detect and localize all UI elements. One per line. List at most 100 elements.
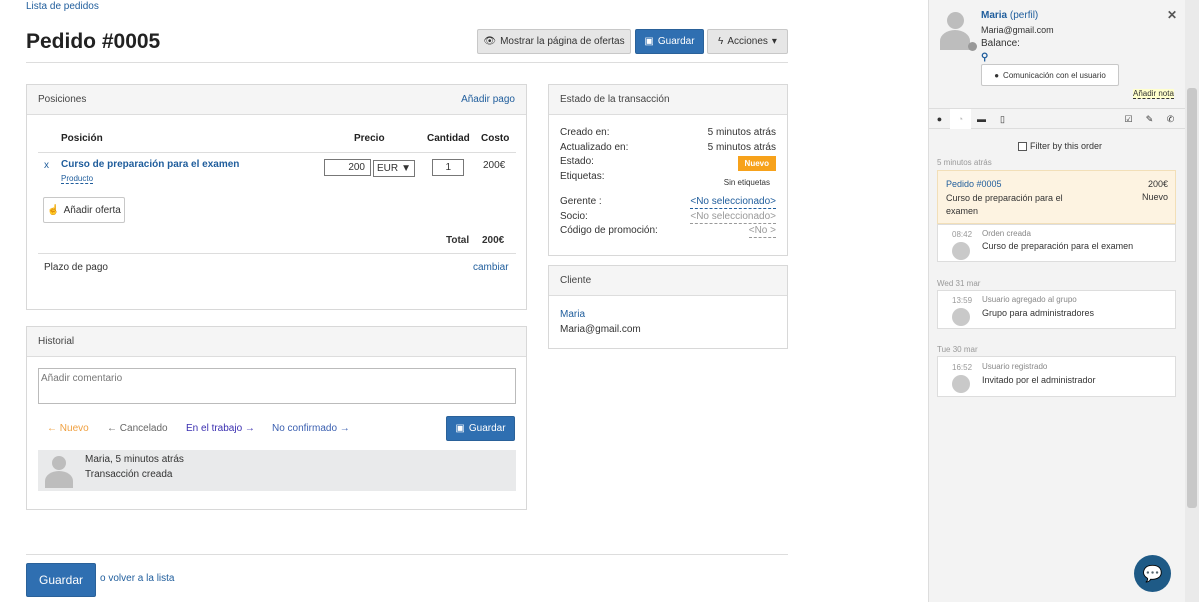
- user-name-link[interactable]: Maria: [981, 10, 1007, 21]
- promo-select[interactable]: <No >: [748, 225, 776, 238]
- pencil-icon[interactable]: ✎: [1139, 109, 1160, 129]
- history-entry: Maria, 5 minutos atrás Transacción cread…: [38, 450, 516, 491]
- save-label: Guardar: [657, 36, 695, 47]
- col-qty: Cantidad: [427, 133, 470, 144]
- event-card: 08:42 Orden creada Curso de preparación …: [937, 224, 1176, 262]
- history-entry-text: Transacción creada: [85, 469, 173, 480]
- show-offers-button[interactable]: 👁 Mostrar la página de ofertas: [477, 29, 631, 54]
- currency-select[interactable]: EUR ▼: [373, 160, 415, 177]
- back-prefix: o: [100, 573, 106, 584]
- client-name-link[interactable]: Maria: [560, 309, 585, 320]
- scrollbar-thumb[interactable]: [1187, 88, 1197, 508]
- contact-user-label: Comunicación con el usuario: [1003, 70, 1106, 80]
- search-icon[interactable]: ⚲: [981, 52, 988, 63]
- user-email: Maria@gmail.com: [981, 25, 1054, 35]
- history-header: Historial: [27, 327, 526, 357]
- client-panel: Cliente Maria Maria@gmail.com: [548, 265, 788, 349]
- filter-label: Filter by this order: [1030, 141, 1103, 151]
- checkbox-icon[interactable]: ☑: [1118, 109, 1139, 129]
- tags-row: Etiquetas: Sin etiquetas: [560, 171, 776, 187]
- contact-user-button[interactable]: ● Comunicación con el usuario: [981, 64, 1119, 86]
- divider: [26, 62, 788, 63]
- chat-icon: ●: [994, 70, 1000, 80]
- promo-row: Código de promoción: <No >: [560, 225, 776, 238]
- add-offer-label: Añadir oferta: [63, 204, 121, 216]
- order-page: Lista de pedidos Pedido #0005 👁 Mostrar l…: [0, 0, 928, 602]
- comment-textarea[interactable]: Añadir comentario: [38, 368, 516, 404]
- state-unconfirmed[interactable]: No confirmado →: [272, 423, 350, 434]
- filter-checkbox[interactable]: [1018, 141, 1027, 151]
- total-divider: [38, 253, 516, 254]
- price-input[interactable]: 200: [324, 159, 371, 176]
- history-panel: Historial Añadir comentario ← Nuevo ← Ca…: [26, 326, 527, 510]
- col-position: Posición: [61, 133, 103, 144]
- event-title: Usuario registrado: [982, 362, 1048, 371]
- state-cancelled[interactable]: ← Cancelado: [107, 423, 168, 434]
- col-cost: Costo: [481, 133, 510, 144]
- phone-icon[interactable]: ✆: [1160, 109, 1181, 129]
- status-row: Estado: Nuevo: [560, 156, 776, 171]
- footer-back: o volver a la lista: [100, 573, 174, 584]
- hand-icon: ☝: [47, 204, 60, 216]
- status-badge[interactable]: Nuevo: [737, 156, 776, 171]
- col-price: Precio: [354, 133, 385, 144]
- actions-label: Acciones: [727, 36, 768, 47]
- actions-dropdown[interactable]: ϟ Acciones ▾: [707, 29, 788, 54]
- add-payment-link[interactable]: Añadir pago: [461, 94, 515, 105]
- tags-value[interactable]: Sin etiquetas: [724, 178, 770, 187]
- status-label: Estado:: [560, 156, 594, 167]
- item-type[interactable]: Producto: [61, 174, 94, 184]
- state-in-work-label: En el trabajo: [186, 423, 243, 434]
- avatar: [41, 452, 77, 488]
- save-button-top[interactable]: ▣ Guardar: [635, 29, 704, 54]
- add-offer-button[interactable]: ☝ Añadir oferta: [43, 197, 125, 223]
- back-to-list-link[interactable]: volver a la lista: [108, 573, 174, 584]
- order-card[interactable]: Pedido #0005 200€ Curso de preparación p…: [937, 170, 1176, 224]
- partner-select[interactable]: <No seleccionado>: [690, 211, 776, 224]
- partner-row: Socio: <No seleccionado>: [560, 211, 776, 224]
- event-text: Invitado por el administrador: [982, 375, 1096, 385]
- event-time: 08:42: [952, 230, 973, 239]
- footer-save-label: Guardar: [38, 573, 84, 587]
- tags-label: Etiquetas:: [560, 171, 605, 182]
- history-save-button[interactable]: ▣ Guardar: [446, 416, 515, 441]
- client-title: Cliente: [560, 275, 592, 286]
- profile-link[interactable]: (perfil): [1010, 10, 1038, 21]
- state-new[interactable]: ← Nuevo: [47, 423, 89, 434]
- manager-select[interactable]: <No seleccionado>: [690, 196, 776, 209]
- transaction-header: Estado de la transacción: [549, 85, 787, 115]
- history-icon[interactable]: ◔: [950, 109, 971, 129]
- chat-bubble-icon[interactable]: 💬: [1134, 555, 1171, 592]
- positions-panel: Posiciones Añadir pago Posición Precio C…: [26, 84, 527, 310]
- quantity-input[interactable]: 1: [432, 159, 464, 176]
- mobile-icon[interactable]: ▯: [992, 109, 1013, 129]
- cart-icon[interactable]: ▬: [971, 109, 992, 129]
- group-time: 5 minutos atrás: [937, 158, 992, 167]
- footer-save-button[interactable]: Guardar: [26, 563, 96, 597]
- event-time: 13:59: [952, 296, 973, 305]
- updated-label: Actualizado en:: [560, 142, 629, 153]
- avatar: [952, 375, 970, 393]
- order-card-amount: 200€: [1147, 179, 1168, 189]
- change-payment-term-link[interactable]: cambiar: [473, 262, 509, 273]
- created-label: Creado en:: [560, 127, 610, 138]
- user-icon[interactable]: ●: [929, 109, 950, 129]
- order-card-title[interactable]: Pedido #0005: [946, 179, 1002, 189]
- remove-item-button[interactable]: x: [44, 160, 49, 171]
- state-cancelled-label: Cancelado: [119, 423, 168, 434]
- manager-row: Gerente : <No seleccionado>: [560, 196, 776, 209]
- sidebar-tabs: ● ◔ ▬ ▯ ☑ ✎ ✆: [929, 108, 1199, 129]
- add-note-link[interactable]: Añadir nota: [1133, 89, 1174, 99]
- state-in-work[interactable]: En el trabajo →: [186, 423, 255, 434]
- client-header: Cliente: [549, 266, 787, 296]
- promo-label: Código de promoción:: [560, 225, 658, 236]
- caret-down-icon: ▾: [771, 36, 777, 47]
- created-value: 5 minutos atrás: [707, 127, 776, 138]
- event-time: 16:52: [952, 363, 973, 372]
- positions-title: Posiciones: [38, 94, 87, 105]
- close-icon[interactable]: ✕: [1167, 8, 1177, 22]
- item-name-link[interactable]: Curso de preparación para el examen: [61, 159, 239, 170]
- filter-row: Filter by this order: [1018, 141, 1102, 151]
- user-sidebar: Maria (perfil) Maria@gmail.com Balance: …: [928, 0, 1199, 602]
- breadcrumb-order-list[interactable]: Lista de pedidos: [26, 1, 99, 12]
